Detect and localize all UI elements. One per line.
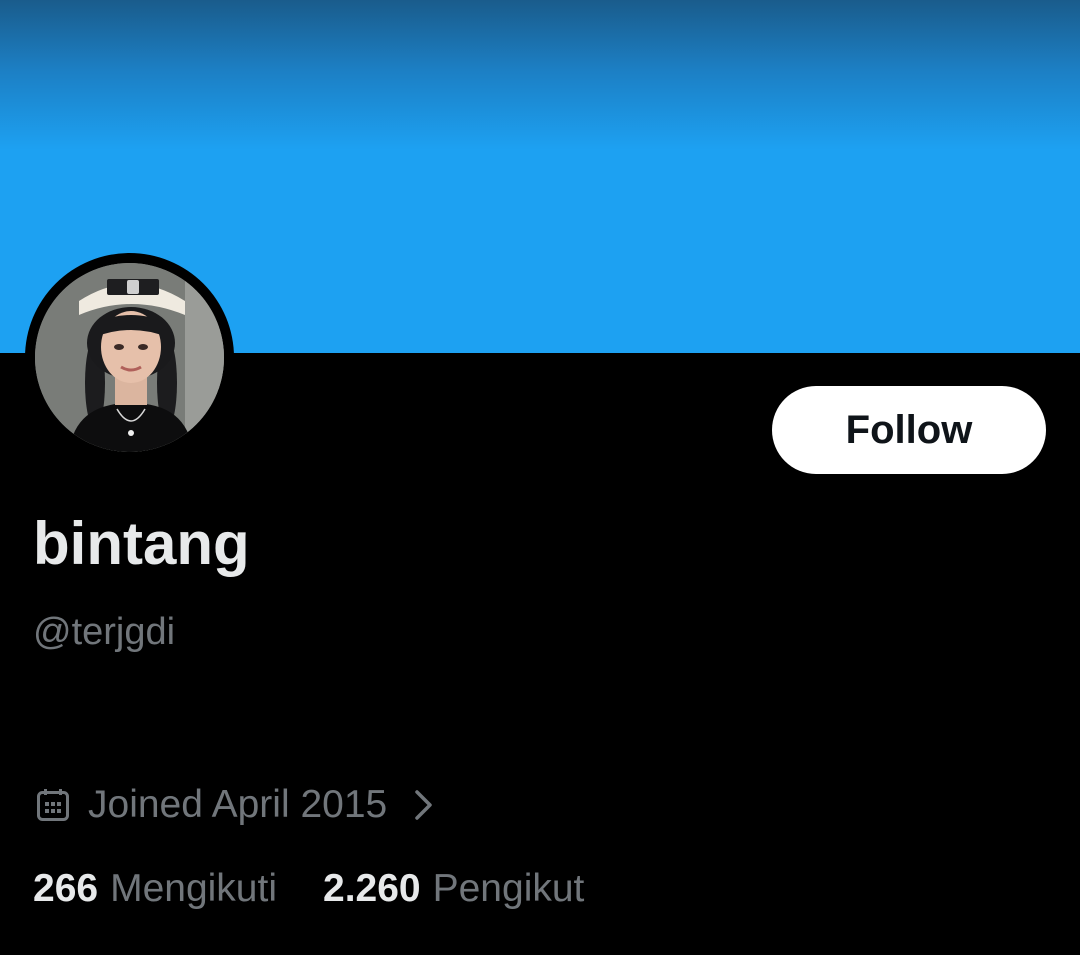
following-label: Mengikuti [110,867,277,910]
follow-button[interactable]: Follow [772,386,1046,474]
avatar[interactable] [35,263,224,452]
followers-stat[interactable]: 2.260 Pengikut [323,867,584,911]
followers-count: 2.260 [323,867,421,910]
joined-date-row[interactable]: Joined April 2015 [36,780,435,830]
profile-page: Follow bintang @terjgdi Joined April 201… [0,0,1080,955]
display-name: bintang [33,510,250,577]
following-count: 266 [33,867,99,910]
followers-label: Pengikut [432,867,585,910]
user-handle: @terjgdi [33,611,176,653]
avatar-image [35,263,224,452]
joined-date-text: Joined April 2015 [88,783,388,826]
calendar-icon [37,789,69,821]
following-stat[interactable]: 266 Mengikuti [33,867,277,911]
follow-stats: 266 Mengikuti 2.260 Pengikut [33,864,584,914]
chevron-right-icon [415,790,432,820]
